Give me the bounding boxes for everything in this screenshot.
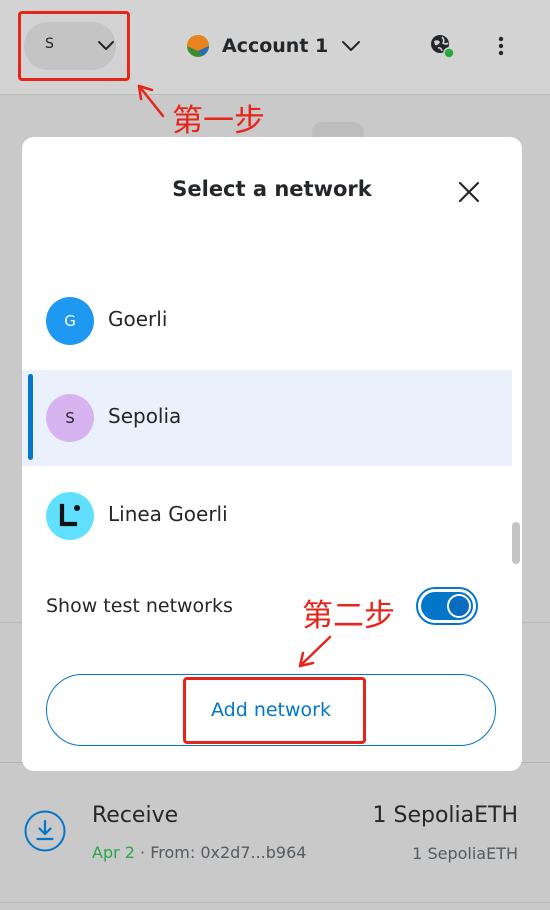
network-label: Goerli: [108, 307, 168, 331]
show-test-networks-toggle[interactable]: [416, 587, 478, 625]
activity-amount: 1 SepoliaETH: [372, 803, 518, 828]
divider: [0, 902, 550, 903]
show-test-networks-label: Show test networks: [46, 595, 233, 617]
network-item-goerli[interactable]: G Goerli: [22, 273, 512, 369]
annotation-box-step1: [18, 11, 130, 81]
activity-meta: Apr 2 · From: 0x2d7...b964: [92, 843, 306, 862]
receive-icon: [24, 810, 66, 852]
chevron-down-icon: [342, 41, 361, 51]
network-item-sepolia[interactable]: S Sepolia: [22, 370, 512, 466]
more-options-icon[interactable]: [493, 34, 509, 58]
selected-indicator: [28, 374, 33, 460]
close-icon[interactable]: [455, 178, 483, 206]
annotation-step2-label: 第二步: [302, 598, 395, 634]
activity-title: Receive: [92, 803, 179, 828]
account-name: Account 1: [222, 35, 329, 57]
network-avatar: S: [46, 394, 94, 442]
account-avatar-icon: [187, 35, 209, 57]
account-picker-button[interactable]: Account 1: [186, 30, 362, 62]
annotation-box-step2: [183, 677, 366, 744]
activity-date: Apr 2: [92, 843, 135, 862]
annotation-step1-label: 第一步: [172, 103, 265, 139]
network-label: Linea Goerli: [108, 502, 228, 526]
linea-logo-icon: [59, 503, 80, 527]
network-item-linea-goerli[interactable]: Linea Goerli: [22, 468, 512, 564]
toggle-knob: [447, 594, 471, 618]
network-avatar: [46, 492, 94, 540]
modal-title: Select a network: [172, 177, 372, 201]
network-avatar: G: [46, 297, 94, 345]
activity-from: · From: 0x2d7...b964: [134, 843, 307, 862]
activity-sub-amount: 1 SepoliaETH: [412, 844, 518, 863]
scrollbar-thumb[interactable]: [512, 522, 520, 564]
connected-sites-icon[interactable]: [429, 33, 455, 59]
select-network-modal: Select a network G Goerli S Sepolia Line…: [22, 137, 522, 771]
network-label: Sepolia: [108, 404, 182, 428]
